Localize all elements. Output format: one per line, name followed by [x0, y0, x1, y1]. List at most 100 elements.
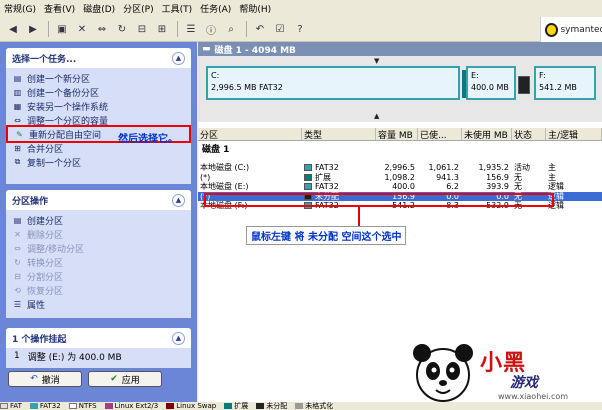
pending-text: 调整 (E:) 为 400.0 MB	[27, 352, 122, 363]
selection-highlight-box	[204, 193, 554, 207]
watermark-sub: 游戏	[510, 375, 538, 391]
brand-area: symantec	[540, 17, 602, 42]
legend-unallocated: 未分配	[256, 402, 287, 410]
extended-swatch	[224, 403, 233, 409]
convert-icon[interactable]: ↻	[113, 20, 131, 38]
create-partition-icon[interactable]: ▣	[53, 20, 71, 38]
menu-partition[interactable]: 分区(P)	[123, 2, 153, 15]
segment-c-label: C:	[211, 71, 220, 80]
properties-icon: ☰	[13, 299, 22, 309]
undo-icon: ↶	[30, 374, 38, 384]
convert-icon: ↻	[14, 257, 21, 267]
disk-group-label: 磁盘 1	[202, 144, 230, 155]
op-split[interactable]: ⊟ 分割分区	[6, 269, 191, 283]
merge-icon[interactable]: ⊞	[153, 20, 171, 38]
legend-fat32: FAT32	[29, 402, 61, 410]
back-icon[interactable]: ◀	[4, 20, 22, 38]
col-type[interactable]: 类型	[302, 128, 376, 141]
op-delete[interactable]: ✕ 删除分区	[6, 227, 191, 241]
col-status[interactable]: 状态	[512, 128, 546, 141]
apply-button[interactable]: ✔ 应用	[88, 371, 162, 387]
table-row[interactable]: (*) 扩展 1,098.2 941.3 156.9 无 主	[198, 173, 602, 183]
resize-partition-icon[interactable]: ⇔	[93, 20, 111, 38]
split-icon: ⊟	[14, 271, 21, 281]
table-row[interactable]: 本地磁盘 (C:) FAT32 2,996.5 1,061.2 1,935.2 …	[198, 163, 602, 173]
unformatted-swatch	[295, 403, 304, 409]
toolbar-separator	[177, 21, 178, 37]
disk-view: ▬ 磁盘 1 - 4094 MB ▼ C: 2,996.5 MB FAT32 E…	[198, 42, 602, 410]
annotation-pointer-line	[358, 205, 360, 227]
op-resize-move[interactable]: ⇔ 调整/移动分区	[6, 241, 191, 255]
undo-button[interactable]: ↶ 撤消	[8, 371, 82, 387]
partition-segment-c[interactable]: C: 2,996.5 MB FAT32	[206, 66, 460, 100]
col-capacity[interactable]: 容量 MB	[376, 128, 418, 141]
legend-fat: FAT	[0, 402, 22, 410]
table-row[interactable]: 本地磁盘 (E:) FAT32 400.0 6.2 393.9 无 逻辑	[198, 182, 602, 192]
partition-segment-f[interactable]: F: 541.2 MB	[534, 66, 596, 100]
segment-e-label: E:	[471, 71, 479, 80]
fat-swatch	[0, 403, 8, 409]
disk-header: ▬ 磁盘 1 - 4094 MB	[198, 42, 602, 56]
delete-icon: ✕	[14, 229, 21, 239]
legend-extended: 扩展	[224, 402, 248, 410]
segment-f-label: F:	[539, 71, 546, 80]
legend-linux-swap: Linux Swap	[166, 402, 216, 410]
op-recover[interactable]: ⟲ 恢复分区	[6, 283, 191, 297]
backup-icon: ▥	[13, 87, 22, 97]
menu-bar: 常规(G) 查看(V) 磁盘(D) 分区(P) 工具(T) 任务(A) 帮助(H…	[0, 0, 602, 17]
legend-ntfs: NTFS	[68, 402, 97, 410]
undo-icon[interactable]: ↶	[251, 20, 269, 38]
op-properties[interactable]: ☰ 属性	[6, 297, 191, 311]
table-header: 分区 类型 容量 MB 已使... 未使用 MB 状态 主/逻辑	[198, 128, 602, 141]
menu-tasks[interactable]: 任务(A)	[200, 2, 231, 15]
task-resize[interactable]: ⇔ 调整一个分区的容量	[6, 113, 191, 127]
tasks-group: 选择一个任务... ▲ ▤ 创建一个新分区 ▥ 创建一个备份分区 ▦ 安装另一个操作系…	[6, 48, 191, 184]
pending-group: 1 个操作挂起 ▲ 1 调整 (E:) 为 400.0 MB	[6, 328, 191, 368]
delete-partition-icon[interactable]: ✕	[73, 20, 91, 38]
resize-icon: ⇔	[14, 115, 21, 125]
toolbar-separator	[246, 21, 247, 37]
tasks-group-header[interactable]: 选择一个任务... ▲	[6, 48, 191, 68]
pending-header[interactable]: 1 个操作挂起 ▲	[6, 328, 191, 348]
toolbar: ◀ ▶ ▣ ✕ ⇔ ↻ ⊟ ⊞ ☰ ⓘ ⌕ ↶ ☑ ?	[0, 17, 540, 42]
resize-icon: ⇔	[14, 243, 21, 253]
forward-icon[interactable]: ▶	[24, 20, 42, 38]
menu-view[interactable]: 查看(V)	[44, 2, 75, 15]
info-icon[interactable]: ⓘ	[202, 20, 220, 38]
collapse-icon[interactable]: ▲	[172, 51, 185, 65]
partition-ops-header[interactable]: 分区操作 ▲	[6, 190, 191, 210]
segment-c-info: 2,996.5 MB FAT32	[211, 83, 283, 92]
task-copy[interactable]: ⧉ 复制一个分区	[6, 155, 191, 169]
menu-tools[interactable]: 工具(T)	[162, 2, 193, 15]
task-install-os[interactable]: ▦ 安装另一个操作系统	[6, 99, 191, 113]
col-partition[interactable]: 分区	[198, 128, 302, 141]
collapse-icon[interactable]: ▲	[172, 331, 185, 345]
task-create-partition[interactable]: ▤ 创建一个新分区	[6, 71, 191, 85]
task-sidebar: 选择一个任务... ▲ ▤ 创建一个新分区 ▥ 创建一个备份分区 ▦ 安装另一个操作系…	[0, 42, 197, 410]
apply-icon[interactable]: ☑	[271, 20, 289, 38]
col-used[interactable]: 已使...	[418, 128, 462, 141]
segment-f-info: 541.2 MB	[539, 83, 577, 92]
collapse-icon[interactable]: ▲	[172, 193, 185, 207]
checkmark-icon: ✔	[110, 374, 118, 384]
task-create-backup[interactable]: ▥ 创建一个备份分区	[6, 85, 191, 99]
unallocated-segment[interactable]	[518, 76, 530, 94]
op-convert[interactable]: ↻ 转换分区	[6, 255, 191, 269]
properties-icon[interactable]: ☰	[182, 20, 200, 38]
pointer-up-icon: ▲	[374, 112, 380, 120]
help-icon[interactable]: ?	[291, 20, 309, 38]
col-free[interactable]: 未使用 MB	[462, 128, 512, 141]
search-icon[interactable]: ⌕	[222, 20, 240, 38]
partition-segment-e[interactable]: E: 400.0 MB	[466, 66, 516, 100]
col-kind[interactable]: 主/逻辑	[546, 128, 602, 141]
pending-title: 1 个操作挂起	[12, 334, 67, 345]
op-create[interactable]: ▤ 创建分区	[6, 213, 191, 227]
split-icon[interactable]: ⊟	[133, 20, 151, 38]
menu-general[interactable]: 常规(G)	[4, 2, 36, 15]
menu-disk[interactable]: 磁盘(D)	[83, 2, 115, 15]
watermark-url: www.xiaohei.com	[498, 392, 569, 401]
pointer-down-icon: ▼	[374, 57, 380, 65]
menu-help[interactable]: 帮助(H)	[239, 2, 271, 15]
partition-ops-title: 分区操作	[12, 196, 49, 207]
pending-operation[interactable]: 1 调整 (E:) 为 400.0 MB	[6, 348, 191, 364]
